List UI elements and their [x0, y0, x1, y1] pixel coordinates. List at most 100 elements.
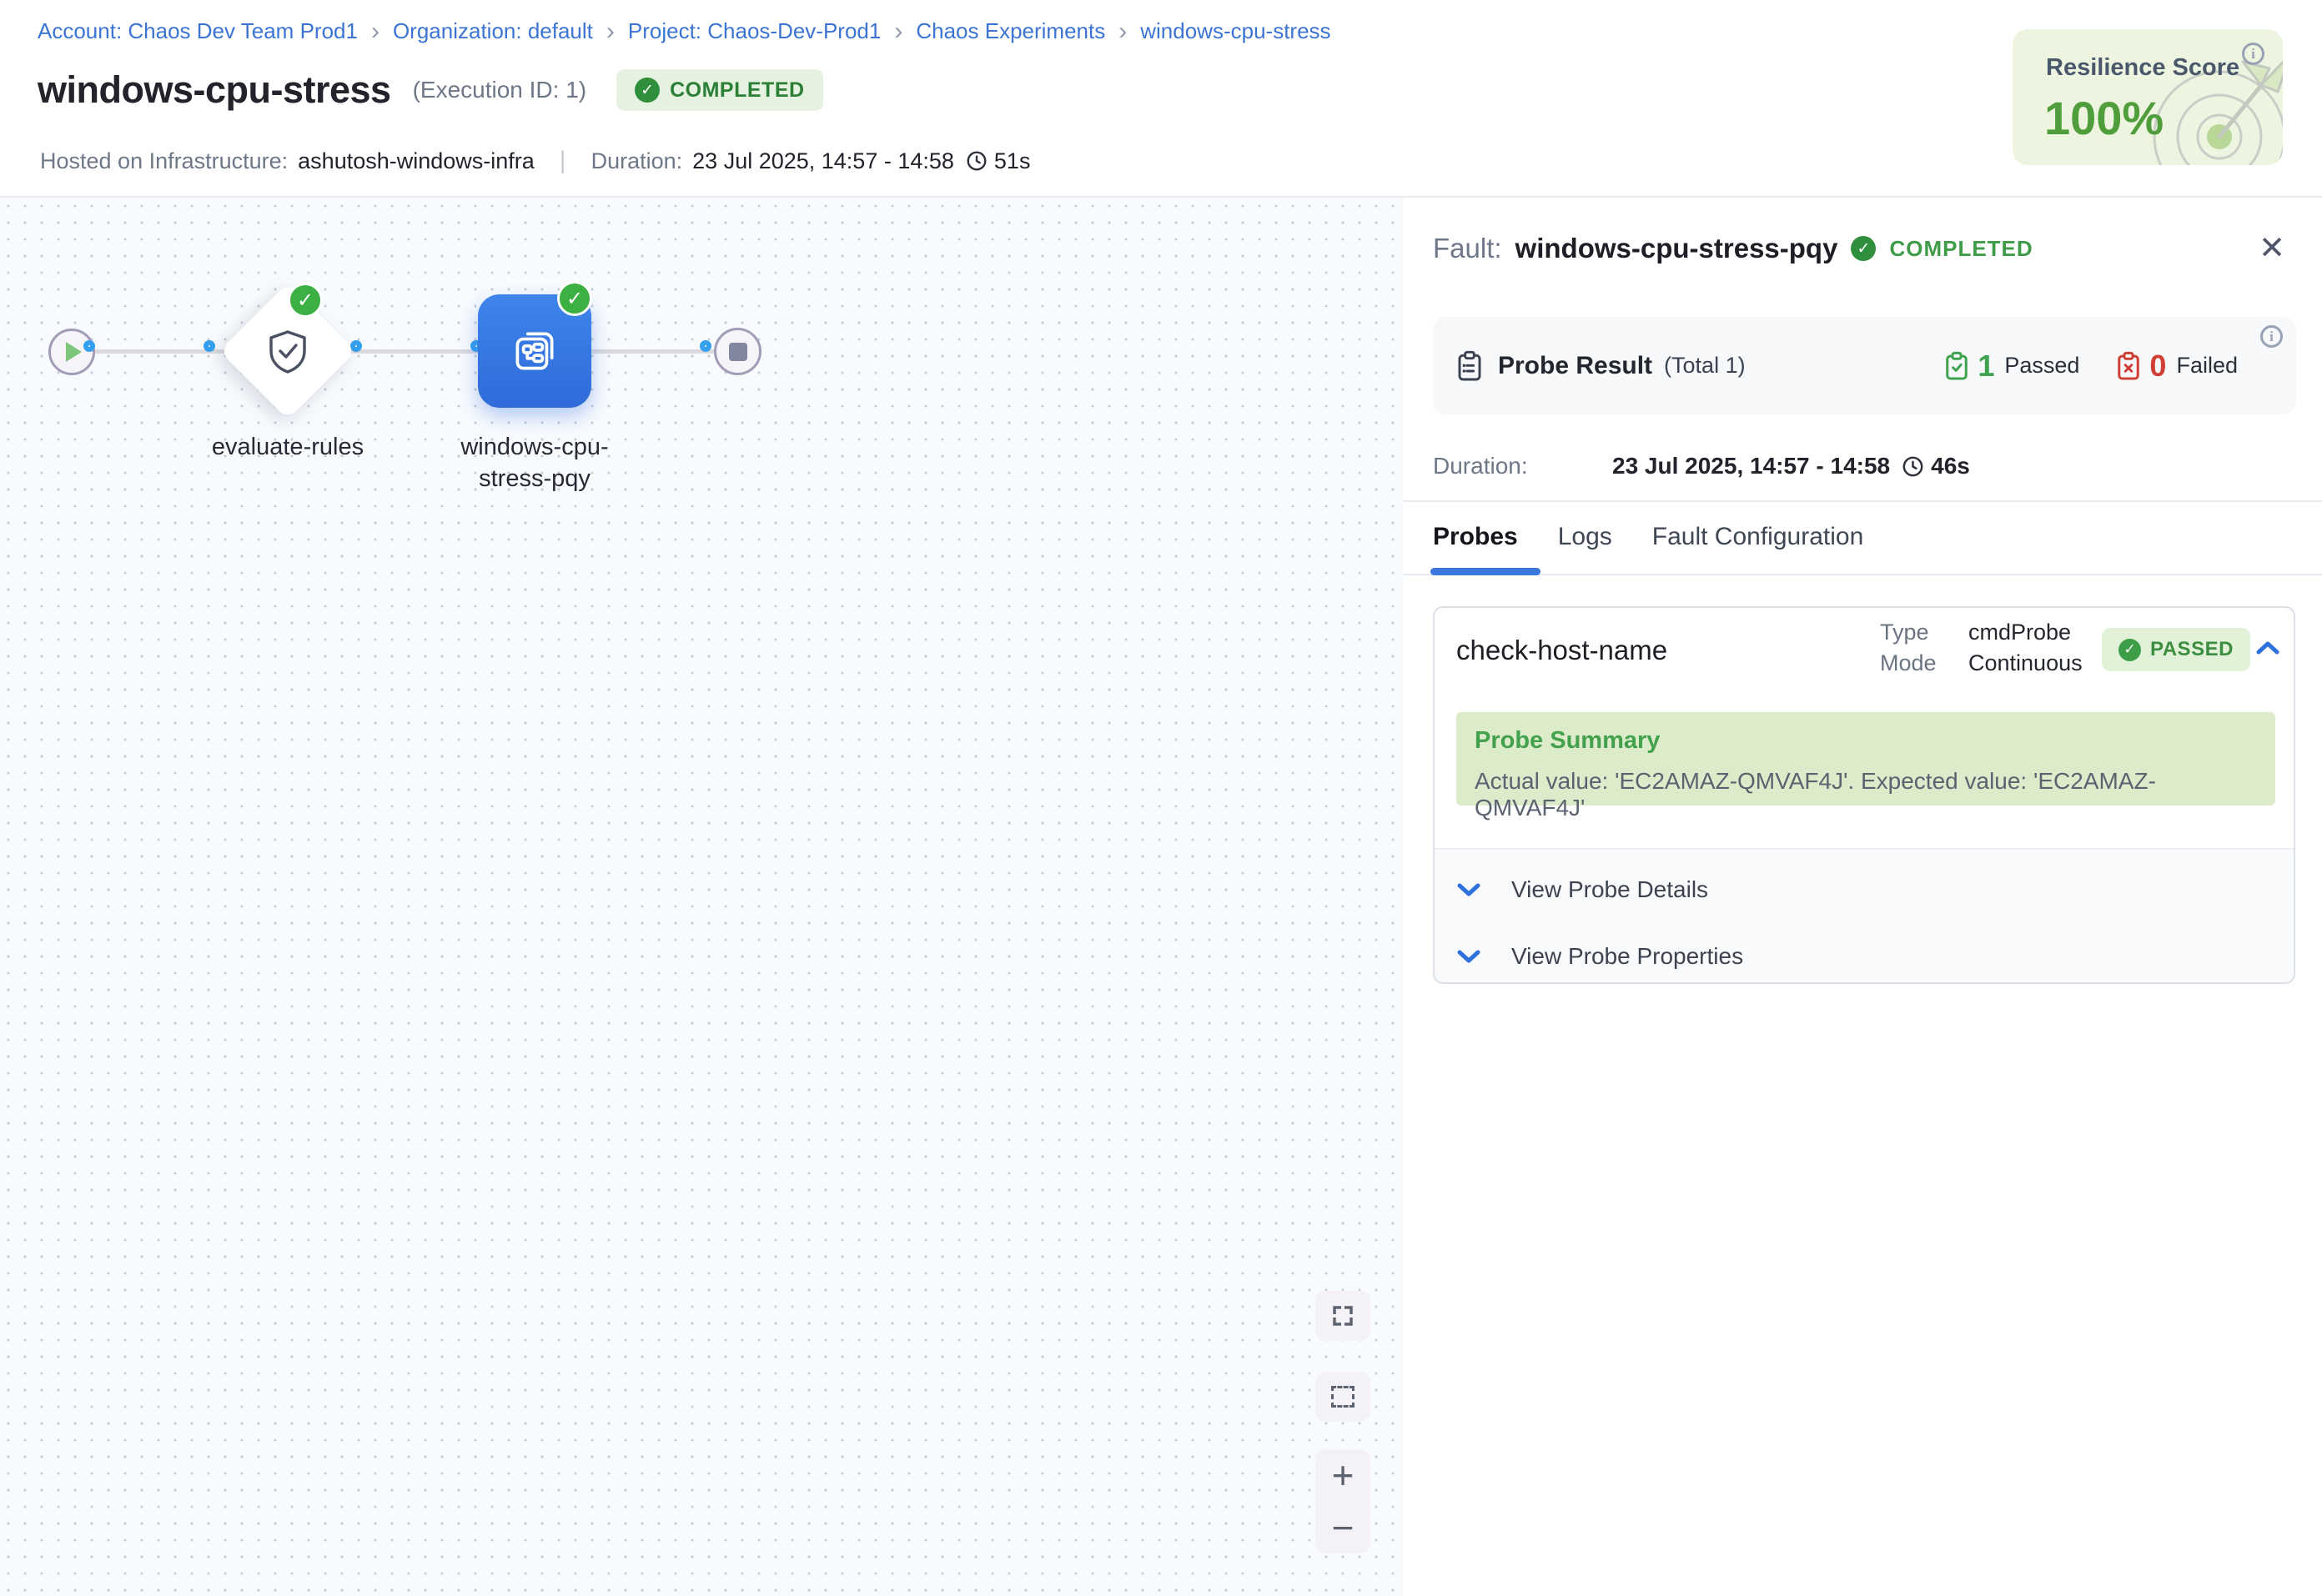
experiment-icon — [507, 324, 562, 379]
node-label-fault-line2: stress-pqy — [426, 463, 643, 494]
stop-icon — [729, 343, 747, 361]
probe-summary-title: Probe Summary — [1475, 727, 2257, 755]
breadcrumb-separator-icon: › — [606, 21, 615, 43]
tab-fault-configuration[interactable]: Fault Configuration — [1652, 523, 1863, 566]
breadcrumb-current[interactable]: windows-cpu-stress — [1140, 18, 1330, 44]
passed-label: Passed — [2004, 353, 2079, 379]
clipboard-check-icon — [1944, 351, 1969, 381]
resilience-score-card: Resilience Score 100% i — [2013, 29, 2283, 165]
clipboard-icon — [1456, 350, 1483, 382]
check-circle-icon: ✓ — [2118, 639, 2141, 661]
pipeline-start-node[interactable] — [48, 329, 95, 375]
probe-card: check-host-name Type cmdProbe Mode Conti… — [1433, 606, 2295, 984]
pipeline-canvas[interactable]: ✓ ✓ evaluate-rules windows-cpu- stress-p… — [0, 198, 1404, 1596]
pipeline-end-node[interactable] — [714, 328, 761, 375]
fullscreen-icon — [1330, 1303, 1355, 1328]
breadcrumb-chaos-experiments[interactable]: Chaos Experiments — [916, 18, 1105, 44]
breadcrumb-separator-icon: › — [1118, 21, 1127, 43]
page-header: Account: Chaos Dev Team Prod1 › Organiza… — [0, 0, 2322, 198]
chevron-down-icon — [1456, 881, 1481, 898]
connector-point — [700, 340, 711, 352]
panel-tabs: Probes Logs Fault Configuration — [1433, 523, 1863, 566]
probe-summary-box: Probe Summary Actual value: 'EC2AMAZ-QMV… — [1456, 712, 2275, 806]
info-icon[interactable]: i — [2260, 325, 2283, 348]
breadcrumb-project[interactable]: Project: Chaos-Dev-Prod1 — [628, 18, 881, 44]
chevron-down-icon — [1456, 948, 1481, 965]
tabs-border — [1404, 574, 2322, 575]
resilience-score-title: Resilience Score — [2046, 54, 2239, 82]
fault-details-panel: Fault: windows-cpu-stress-pqy ✓ COMPLETE… — [1404, 198, 2322, 1596]
node-label-fault: windows-cpu- stress-pqy — [426, 431, 643, 494]
breadcrumb: Account: Chaos Dev Team Prod1 › Organiza… — [38, 18, 1331, 44]
duration-value: 23 Jul 2025, 14:57 - 14:58 — [692, 148, 954, 174]
probe-result-card: Probe Result (Total 1) 1 Passed 0 Failed… — [1433, 317, 2296, 414]
breadcrumb-organization[interactable]: Organization: default — [393, 18, 593, 44]
connector-point — [350, 340, 362, 352]
probe-meta: Type cmdProbe Mode Continuous — [1880, 620, 2083, 676]
failed-label: Failed — [2176, 353, 2238, 379]
active-tab-indicator — [1430, 568, 1540, 575]
fullscreen-button[interactable] — [1315, 1291, 1370, 1341]
view-probe-details-label: View Probe Details — [1511, 876, 1708, 903]
node-label-fault-line1: windows-cpu- — [426, 431, 643, 463]
close-icon[interactable]: ✕ — [2259, 229, 2285, 267]
passed-count: 1 — [1978, 349, 1994, 384]
play-icon — [66, 342, 82, 362]
probe-mode-value: Continuous — [1968, 650, 2083, 676]
breadcrumb-separator-icon: › — [371, 21, 379, 43]
page-title: windows-cpu-stress — [38, 68, 391, 112]
clipboard-x-icon — [2116, 351, 2141, 381]
node-success-badge-icon: ✓ — [288, 283, 323, 318]
probe-status-label: PASSED — [2150, 638, 2234, 661]
probe-summary-text: Actual value: 'EC2AMAZ-QMVAF4J'. Expecte… — [1475, 768, 2257, 821]
view-probe-properties-button[interactable]: View Probe Properties — [1456, 943, 1743, 970]
divider — [1404, 500, 2322, 502]
check-circle-icon: ✓ — [635, 78, 660, 103]
probe-type-value: cmdProbe — [1968, 620, 2083, 645]
info-icon[interactable]: i — [2242, 43, 2264, 65]
failed-count: 0 — [2149, 349, 2166, 384]
chevron-up-icon — [2255, 640, 2280, 656]
vertical-divider: | — [560, 147, 566, 175]
check-circle-icon: ✓ — [1851, 236, 1876, 261]
resilience-score-value: 100% — [2044, 91, 2164, 145]
zoom-out-button[interactable]: − — [1315, 1502, 1370, 1554]
breadcrumb-account[interactable]: Account: Chaos Dev Team Prod1 — [38, 18, 358, 44]
duration-label: Duration: — [591, 148, 683, 174]
node-label-evaluate-rules: evaluate-rules — [179, 431, 396, 463]
collapse-probe-button[interactable] — [2255, 640, 2280, 656]
view-probe-properties-label: View Probe Properties — [1511, 943, 1743, 970]
panel-duration-label: Duration: — [1433, 453, 1612, 479]
infra-value: ashutosh-windows-infra — [298, 148, 535, 174]
infra-label: Hosted on Infrastructure: — [40, 148, 288, 174]
node-success-badge-icon: ✓ — [557, 281, 592, 316]
probe-status-badge: ✓ PASSED — [2102, 628, 2250, 671]
panel-duration-seconds: 46s — [1931, 453, 1970, 479]
duration-seconds: 51s — [994, 148, 1031, 174]
fault-status: COMPLETED — [1889, 236, 2033, 262]
clock-icon — [966, 150, 988, 172]
tab-probes[interactable]: Probes — [1433, 523, 1518, 566]
pipeline-edge — [71, 349, 737, 354]
fault-name: windows-cpu-stress-pqy — [1515, 233, 1838, 264]
status-badge-label: COMPLETED — [670, 78, 804, 103]
breadcrumb-separator-icon: › — [894, 21, 902, 43]
probe-expanders: View Probe Details View Probe Properties — [1435, 848, 2294, 984]
probe-result-total: (Total 1) — [1664, 353, 1746, 379]
probe-result-title: Probe Result — [1498, 352, 1652, 380]
tab-logs[interactable]: Logs — [1558, 523, 1612, 566]
zoom-controls: + − — [1315, 1449, 1370, 1553]
zoom-in-button[interactable]: + — [1315, 1449, 1370, 1502]
fault-label: Fault: — [1433, 233, 1502, 264]
connector-point — [204, 340, 215, 352]
connector-point — [83, 340, 95, 352]
status-badge: ✓ COMPLETED — [616, 69, 822, 111]
probe-name: check-host-name — [1456, 635, 1667, 666]
view-probe-details-button[interactable]: View Probe Details — [1456, 876, 1708, 903]
panel-duration-value: 23 Jul 2025, 14:57 - 14:58 — [1612, 453, 1890, 479]
marquee-select-button[interactable] — [1315, 1372, 1370, 1422]
execution-id: (Execution ID: 1) — [413, 77, 587, 103]
execution-info-row: Hosted on Infrastructure: ashutosh-windo… — [40, 147, 1030, 175]
shield-check-icon — [267, 329, 309, 374]
marquee-select-icon — [1331, 1386, 1354, 1408]
